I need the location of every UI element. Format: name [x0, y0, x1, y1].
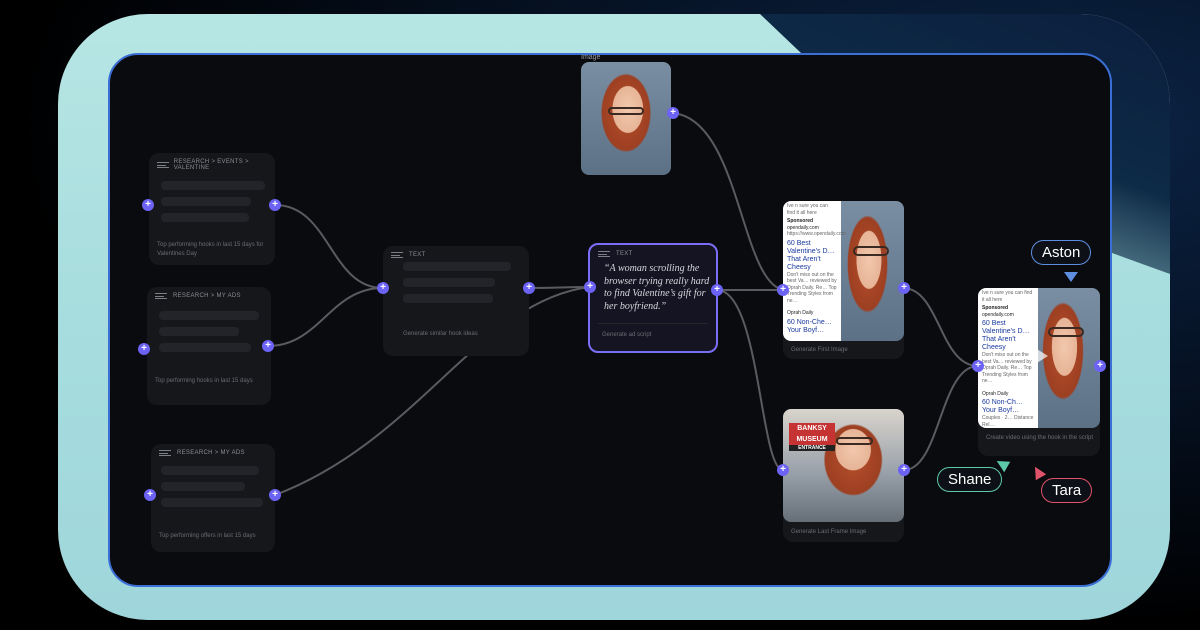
research-valentine-node[interactable]: RESEARCH > EVENTS > VALENTINE Top perfor…	[149, 153, 275, 265]
ad-sub-site: Oprah Daily	[787, 310, 814, 316]
node-header-label: RESEARCH > MY ADS	[177, 450, 245, 456]
output-port[interactable]: +	[523, 282, 535, 294]
output-port[interactable]: +	[269, 489, 281, 501]
placeholder-bar	[159, 311, 259, 320]
input-port[interactable]: +	[777, 464, 789, 476]
placeholder-bar	[161, 482, 245, 491]
glasses	[853, 245, 890, 256]
output-port[interactable]: +	[898, 464, 910, 476]
placeholder-bar	[159, 327, 239, 336]
script-quote: “A woman scrolling the browser trying re…	[604, 263, 710, 312]
glasses	[608, 107, 644, 116]
node-caption: Top performing hooks in last 15 days for…	[157, 242, 264, 257]
video-output-node[interactable]: Ive n sure you can find it all here Spon…	[978, 288, 1100, 456]
collaborator-tag-shane: Shane	[937, 467, 1003, 492]
node-caption: Create video using the hook in the scrip…	[986, 435, 1094, 441]
ad-meta: Couples · 2… Distance Rel…	[982, 415, 1034, 428]
placeholder-bar	[403, 278, 495, 287]
portrait-photo	[581, 62, 671, 175]
research-my-ads-node[interactable]: RESEARCH > MY ADS Top performing hooks i…	[147, 287, 271, 405]
node-header: RESEARCH > MY ADS	[159, 450, 245, 456]
collaborator-tag-tara: Tara	[1041, 478, 1093, 503]
input-port[interactable]: +	[777, 284, 789, 296]
divider	[598, 323, 708, 324]
menu-icon	[391, 252, 403, 258]
output-port[interactable]: +	[1094, 360, 1106, 372]
node-caption: Top performing offers in last 15 days	[159, 533, 256, 539]
node-header: TEXT	[598, 251, 633, 257]
first-frame-image: Ive n sure you can find it all here Spon…	[783, 201, 904, 341]
text-ad-script-node[interactable]: TEXT “A woman scrolling the browser tryi…	[588, 243, 718, 353]
museum-sign-sub: ENTRANCE	[789, 445, 835, 451]
last-frame-image: BANKSY MUSEUM ENTRANCE	[783, 409, 904, 522]
placeholder-bar	[161, 197, 251, 206]
input-port[interactable]: +	[377, 282, 389, 294]
node-header-label: RESEARCH > EVENTS > VALENTINE	[173, 159, 249, 171]
ad-title: 60 Best Valentine's D… That Aren't Chees…	[982, 320, 1030, 351]
collaborator-tag-aston: Aston	[1031, 240, 1092, 265]
node-caption: Generate Last Frame Image	[791, 529, 867, 535]
output-port[interactable]: +	[262, 340, 274, 352]
ad-body: Don't miss out on the best Va… reviewed …	[787, 271, 837, 304]
node-header: RESEARCH > MY ADS	[155, 293, 241, 299]
video-preview: Ive n sure you can find it all here Spon…	[978, 288, 1100, 428]
output-port[interactable]: +	[711, 284, 723, 296]
node-caption: Generate ad script	[602, 332, 652, 338]
museum-sign-text: BANKSY MUSEUM	[796, 425, 828, 443]
first-frame-node[interactable]: Ive n sure you can find it all here Spon…	[783, 201, 904, 359]
menu-icon	[159, 450, 171, 456]
output-port[interactable]: +	[269, 199, 281, 211]
ad-top-text: Ive n sure you can find it all here	[787, 203, 828, 216]
menu-icon	[598, 251, 610, 257]
input-port[interactable]: +	[144, 489, 156, 501]
ad-sub-title: 60 Non-Che… Your Boyf…	[787, 318, 832, 334]
text-similar-hooks-node[interactable]: TEXT Generate similar hook ideas	[383, 246, 529, 356]
ad-body: Don't miss out on the best Va… reviewed …	[982, 352, 1032, 384]
node-caption: Generate First Image	[791, 347, 848, 353]
image-input-node[interactable]	[581, 62, 671, 175]
last-frame-node[interactable]: BANKSY MUSEUM ENTRANCE Generate Last Fram…	[783, 409, 904, 542]
portrait-photo	[831, 201, 904, 341]
ad-screenshot: Ive n sure you can find it all here Spon…	[978, 288, 1038, 428]
output-port[interactable]: +	[898, 282, 910, 294]
menu-icon	[155, 293, 167, 299]
input-port[interactable]: +	[142, 199, 154, 211]
ad-url: https://www.opendaily.com	[787, 231, 846, 237]
ad-sub-site: Oprah Daily	[982, 390, 1009, 397]
node-header-label: TEXT	[409, 252, 426, 258]
ad-top-text: Ive n sure you can find it all here	[982, 290, 1033, 303]
placeholder-bar	[403, 294, 493, 303]
ad-site: opendaily.com	[982, 311, 1014, 318]
museum-sign: BANKSY MUSEUM ENTRANCE	[789, 423, 835, 451]
glasses	[836, 437, 873, 446]
placeholder-bar	[159, 343, 251, 352]
input-port[interactable]: +	[138, 343, 150, 355]
input-port[interactable]: +	[584, 281, 596, 293]
menu-icon	[157, 162, 169, 168]
play-icon[interactable]	[1032, 346, 1048, 366]
placeholder-bar	[161, 498, 263, 507]
placeholder-bar	[161, 466, 259, 475]
research-my-ads-offers-node[interactable]: RESEARCH > MY ADS Top performing offers …	[151, 444, 275, 552]
node-caption: Generate similar hook ideas	[403, 331, 478, 337]
aston-cursor-icon	[1064, 272, 1078, 282]
node-header-label: RESEARCH > MY ADS	[173, 293, 241, 299]
placeholder-bar	[161, 213, 249, 222]
image-node-label: Image	[581, 54, 601, 61]
node-header: RESEARCH > EVENTS > VALENTINE	[157, 159, 275, 171]
node-header: TEXT	[391, 252, 426, 258]
node-header-label: TEXT	[616, 251, 633, 257]
input-port[interactable]: +	[972, 360, 984, 372]
glasses	[1047, 327, 1085, 337]
placeholder-bar	[161, 181, 265, 190]
node-caption: Top performing hooks in last 15 days	[155, 378, 253, 384]
output-port[interactable]: +	[667, 107, 679, 119]
placeholder-bar	[403, 262, 511, 271]
ad-title: 60 Best Valentine's D… That Aren't Chees…	[787, 239, 835, 271]
ad-sub-title: 60 Non-Ch… Your Boyf…	[982, 399, 1023, 414]
ad-screenshot: Ive n sure you can find it all here Spon…	[783, 201, 846, 341]
